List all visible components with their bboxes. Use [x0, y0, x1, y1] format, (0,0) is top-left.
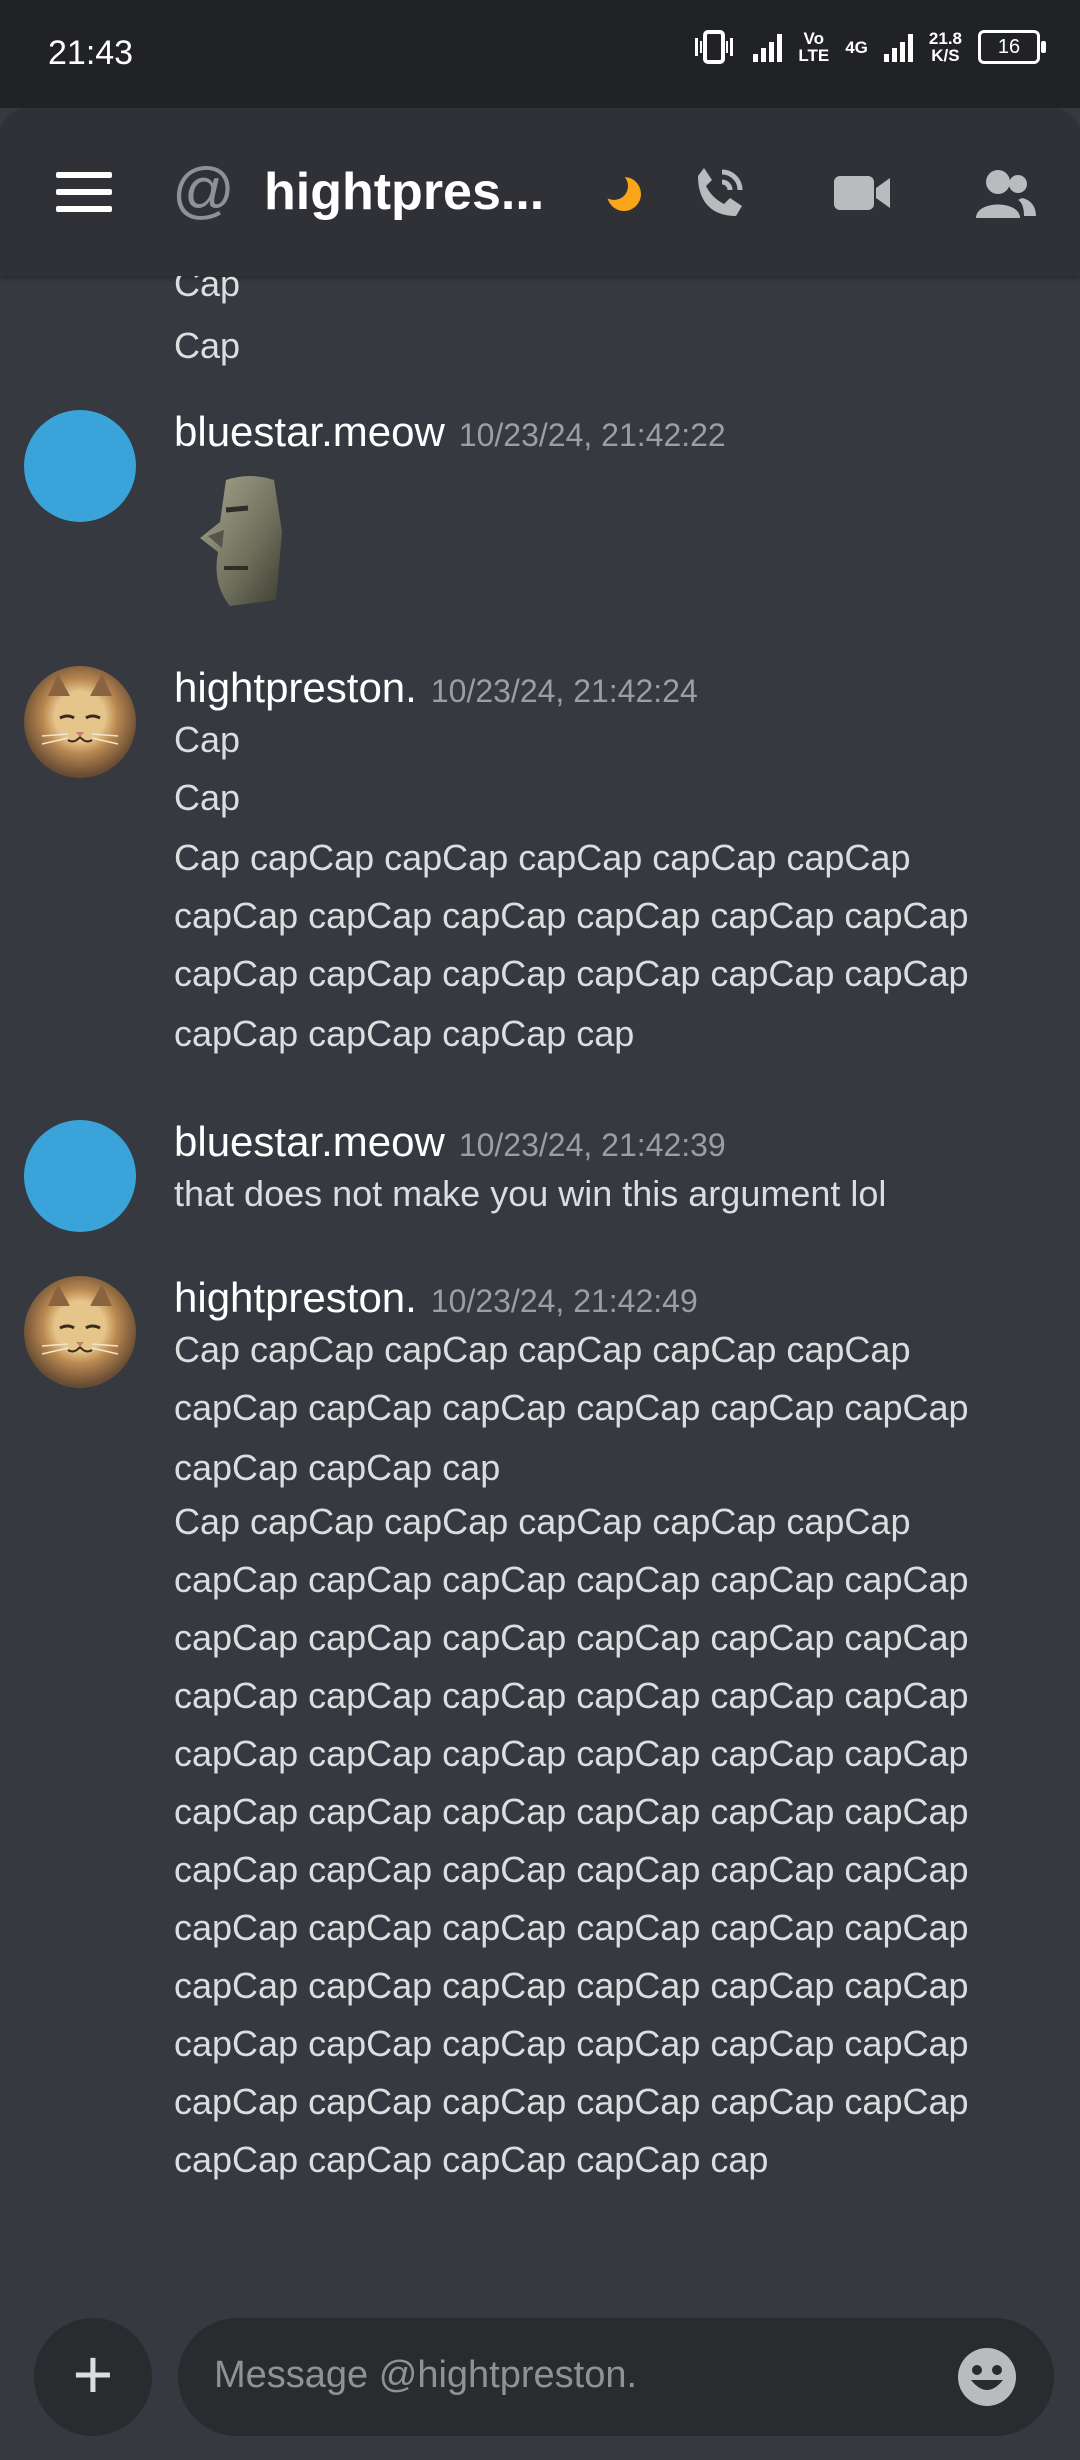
net-speed-unit: K/S	[931, 46, 960, 65]
message-header: hightpreston. 10/23/24, 21:42:24	[174, 664, 698, 712]
message-line: Cap	[174, 777, 241, 818]
status-icons: Vo LTE 4G 21.8 K/S 16	[693, 30, 1046, 64]
battery-icon: 16	[978, 30, 1046, 64]
message-header: bluestar.meow 10/23/24, 21:42:22	[174, 408, 726, 456]
message-line: capCap capCap capCap capCap capCap capCa…	[174, 2081, 969, 2122]
message-input-placeholder: Message @hightpreston.	[214, 2354, 638, 2396]
message-line: capCap capCap capCap cap	[174, 1013, 635, 1054]
moai-emoji-image[interactable]	[190, 472, 302, 612]
username[interactable]: bluestar.meow	[174, 408, 445, 455]
message-line: Cap capCap capCap capCap capCap capCap	[174, 837, 911, 878]
at-icon: @	[172, 156, 235, 225]
channel-title[interactable]: hightpres...	[264, 160, 544, 224]
message-line: capCap capCap cap	[174, 1447, 501, 1488]
message-line: capCap capCap capCap capCap capCap capCa…	[174, 953, 969, 994]
signal-icon-2	[883, 32, 913, 62]
channel-header: @ hightpres...	[0, 108, 1080, 276]
timestamp: 10/23/24, 21:42:22	[458, 417, 726, 453]
avatar[interactable]	[24, 666, 136, 778]
message-line: Cap capCap capCap capCap capCap capCap	[174, 1329, 911, 1370]
net-speed: 21.8 K/S	[929, 30, 962, 64]
idle-moon-icon	[604, 174, 641, 211]
status-time: 21:43	[48, 34, 134, 72]
status-bar: 21:43 Vo LTE 4G 21.8 K/S 16	[0, 0, 1080, 108]
username[interactable]: bluestar.meow	[174, 1118, 445, 1165]
message-line: Cap	[174, 719, 241, 760]
username[interactable]: hightpreston.	[174, 664, 417, 711]
message-line: Cap capCap capCap capCap capCap capCap	[174, 1501, 911, 1542]
members-icon[interactable]	[974, 162, 1036, 224]
message-line: capCap capCap capCap capCap capCap capCa…	[174, 1791, 969, 1832]
network-type: 4G	[845, 37, 868, 57]
message-line: capCap capCap capCap capCap capCap capCa…	[174, 2023, 969, 2064]
message-line: capCap capCap capCap capCap capCap capCa…	[174, 895, 969, 936]
add-attachment-button[interactable]: +	[34, 2318, 152, 2436]
avatar[interactable]	[24, 410, 136, 522]
message-line: Cap	[174, 276, 241, 304]
message-composer: + Message @hightpreston.	[0, 2310, 1080, 2460]
voice-call-icon[interactable]	[688, 162, 750, 224]
signal-icon	[753, 32, 783, 62]
timestamp: 10/23/24, 21:42:49	[430, 1283, 698, 1319]
avatar[interactable]	[24, 1276, 136, 1388]
message-line: capCap capCap capCap capCap capCap capCa…	[174, 1387, 969, 1428]
message-line: Cap	[174, 325, 241, 366]
message-line: capCap capCap capCap capCap capCap capCa…	[174, 1849, 969, 1890]
emoji-icon[interactable]	[956, 2346, 1018, 2408]
message-header: hightpreston. 10/23/24, 21:42:49	[174, 1274, 698, 1322]
message-line: capCap capCap capCap capCap capCap capCa…	[174, 1559, 969, 1600]
vibrate-icon	[695, 30, 734, 64]
cat-avatar-image	[41, 1284, 119, 1355]
message-line: capCap capCap capCap capCap capCap capCa…	[174, 1617, 969, 1658]
timestamp: 10/23/24, 21:42:24	[430, 673, 698, 709]
username[interactable]: hightpreston.	[174, 1274, 417, 1321]
cat-avatar-image	[41, 674, 119, 745]
message-input[interactable]: Message @hightpreston.	[178, 2318, 1054, 2436]
message-list: Cap Cap bluestar.meow 10/23/24, 21:42:22	[0, 276, 1080, 2310]
menu-icon[interactable]	[56, 172, 112, 212]
message-line: capCap capCap capCap capCap capCap capCa…	[174, 1907, 969, 1948]
message-line: that does not make you win this argument…	[174, 1173, 887, 1214]
timestamp: 10/23/24, 21:42:39	[458, 1127, 726, 1163]
message-header: bluestar.meow 10/23/24, 21:42:39	[174, 1118, 726, 1166]
message-line: capCap capCap capCap capCap capCap capCa…	[174, 1675, 969, 1716]
video-call-icon[interactable]	[830, 162, 892, 224]
volte-bottom: LTE	[798, 46, 830, 65]
message-line: capCap capCap capCap capCap capCap capCa…	[174, 1965, 969, 2006]
message-line: capCap capCap capCap capCap capCap capCa…	[174, 1733, 969, 1774]
volte-indicator: Vo LTE	[798, 30, 829, 64]
avatar[interactable]	[24, 1120, 136, 1232]
message-line: capCap capCap capCap capCap cap	[174, 2139, 769, 2180]
